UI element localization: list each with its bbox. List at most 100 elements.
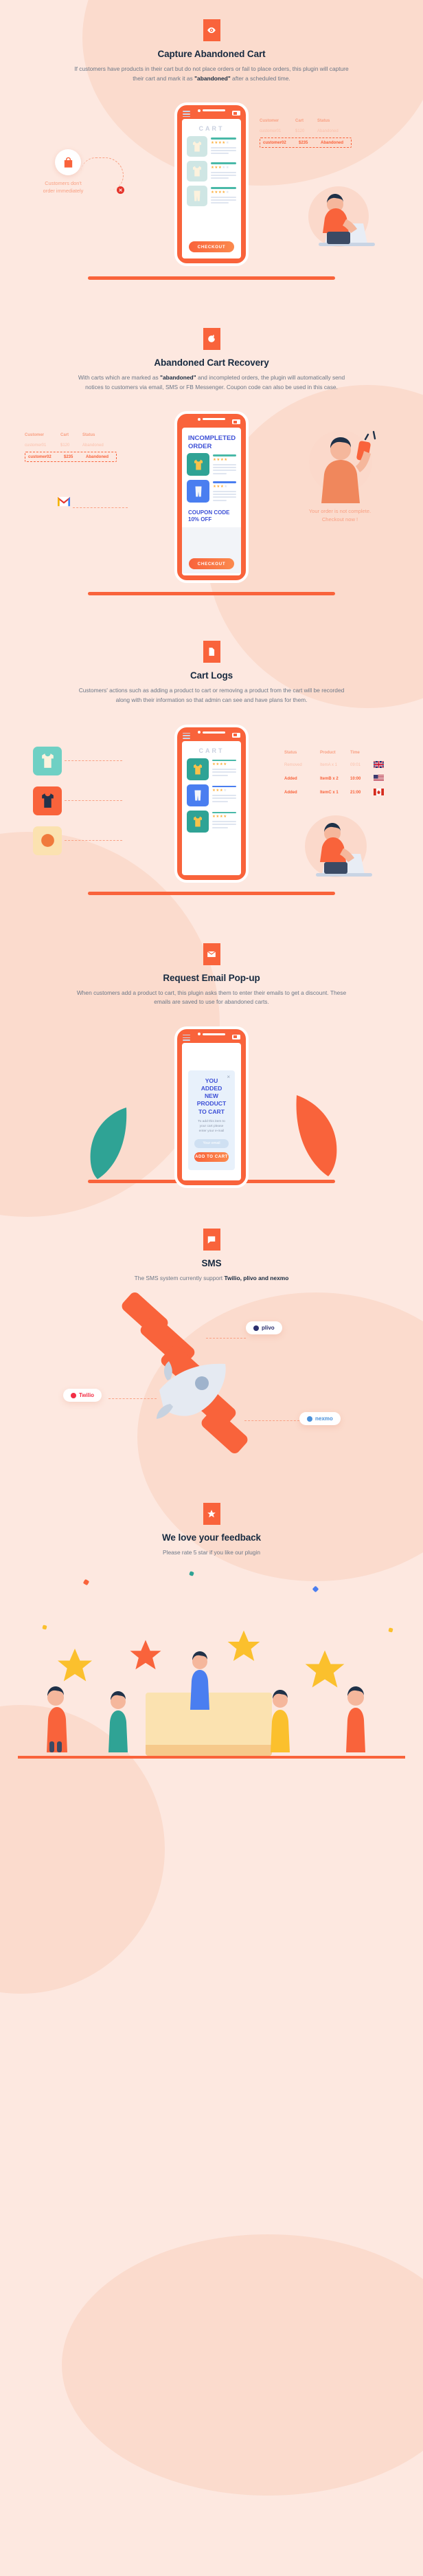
- document-icon: [203, 641, 220, 663]
- uk-flag-icon: [373, 760, 385, 769]
- popup-body-text: To add this item to your cart please ent…: [198, 1119, 225, 1134]
- floor-line: [88, 276, 335, 280]
- pants-icon: [187, 784, 209, 806]
- table-row: Added ItemC x 1 21:00: [284, 788, 384, 797]
- illustration-capture-cart: CART ★★★★★ ★★★★★ ★★★★★ CHECKOUT Customer…: [18, 98, 405, 305]
- product-meta: ★★★★★: [211, 136, 236, 157]
- tshirt-icon: [187, 758, 209, 780]
- phone-notch: [198, 731, 225, 734]
- menu-icon[interactable]: [183, 111, 190, 118]
- pants-icon: [187, 480, 209, 503]
- tshirt-icon: [187, 810, 209, 833]
- shopping-bag-badge: [55, 149, 81, 176]
- chat-bubble-icon: [203, 1228, 220, 1251]
- tshirt-icon: [187, 453, 209, 476]
- phone-screen: INCOMPLETED ORDER ★★★★ ★★★★ COUPON CODE …: [182, 428, 241, 576]
- rating-star: [126, 1637, 165, 1677]
- product-meta: ★★★★★: [211, 186, 236, 206]
- table-row-highlighted: customer02 $235 Abandoned: [260, 137, 352, 148]
- cart-product-row: ★★★★: [182, 480, 241, 507]
- phone-notch: [198, 1033, 225, 1036]
- us-flag-icon: [374, 774, 384, 783]
- menu-icon[interactable]: [183, 732, 190, 740]
- eye-icon: [203, 19, 220, 41]
- phone-notch: [198, 109, 225, 112]
- table-header-row: Customer Cart Status: [260, 119, 330, 124]
- page-title: Capture Abandoned Cart: [157, 49, 266, 59]
- checkout-now-note: Your order is not complete. Checkout now …: [308, 508, 371, 522]
- provider-chip-plivo[interactable]: plivo: [246, 1321, 282, 1335]
- abandoned-cart-table: Customer Cart Status customer01 $120 Aba…: [260, 119, 352, 148]
- provider-chip-twilio[interactable]: Twilio: [63, 1389, 102, 1402]
- incompleted-order-heading: INCOMPLETED ORDER: [188, 434, 236, 450]
- section-description: When customers add a product to cart, th…: [76, 989, 347, 1006]
- product-meta: ★★★★: [212, 811, 236, 833]
- cart-heading: CART: [198, 125, 225, 133]
- phone-mockup: CART ★★★★★ ★★★★★ ★★★★★ CHECKOUT: [174, 102, 249, 267]
- cart-product-row: ★★★★★: [182, 161, 241, 186]
- checkout-button[interactable]: CHECKOUT: [189, 241, 234, 253]
- rocket-icon: [152, 1360, 235, 1424]
- section-capture-abandoned-cart: Capture Abandoned Cart If customers have…: [0, 0, 423, 305]
- floor-line: [88, 891, 335, 895]
- checkout-button[interactable]: CHECKOUT: [189, 558, 234, 570]
- add-to-cart-button[interactable]: ADD TO CART: [194, 1152, 229, 1162]
- product-card: [33, 746, 62, 775]
- cart-product-row: ★★★★★: [182, 136, 241, 161]
- illustration-cart-recovery: INCOMPLETED ORDER ★★★★ ★★★★ COUPON CODE …: [18, 407, 405, 620]
- person-with-laptop-illustration: [287, 181, 390, 256]
- cart-product-row: ★★★★: [182, 758, 241, 784]
- table-row: customer01 $120 Abandoned: [25, 443, 104, 448]
- pants-icon: [187, 186, 207, 207]
- rating-stars: ★★★★★: [211, 166, 230, 170]
- section-description: Customers' actions such as adding a prod…: [78, 687, 345, 704]
- close-marker-icon: ✕: [117, 186, 124, 195]
- menu-icon[interactable]: [183, 1034, 190, 1042]
- gmail-icon: [56, 495, 71, 511]
- section-description: The SMS system currently support Twilio,…: [134, 1274, 289, 1281]
- close-icon[interactable]: ×: [227, 1074, 230, 1080]
- product-card: [33, 786, 62, 815]
- email-request-popup: × YOU ADDED NEW PRODUCT TO CART To add t…: [188, 1070, 235, 1170]
- dashed-connector: [244, 1420, 299, 1422]
- menu-icon[interactable]: [183, 419, 190, 427]
- battery-icon: [232, 732, 240, 738]
- battery-icon: [232, 419, 240, 425]
- refresh-icon: [203, 328, 220, 351]
- confetti: [189, 1571, 194, 1576]
- rating-stars: ★★★★: [213, 458, 228, 462]
- product-meta: ★★★★: [213, 480, 236, 503]
- provider-chip-nexmo[interactable]: nexmo: [299, 1412, 341, 1426]
- dashed-connector: [65, 839, 122, 841]
- battery-icon: [232, 1034, 240, 1039]
- product-meta: ★★★★: [212, 758, 236, 780]
- table-row: Added ItemB x 2 10:00: [284, 774, 384, 783]
- abandoned-cart-table: Customer Cart Status customer01 $120 Aba…: [25, 433, 117, 463]
- dashed-connector: [108, 1398, 157, 1400]
- cart-product-row: ★★★★: [182, 810, 241, 837]
- person-illustration: [334, 1671, 376, 1756]
- person-illustration: [34, 1670, 77, 1756]
- phone-screen: CART ★★★★★ ★★★★★ ★★★★★ CHECKOUT: [182, 119, 241, 259]
- rating-stars: ★★★★: [213, 485, 228, 489]
- podium-base: [146, 1745, 272, 1757]
- phone-mockup: × YOU ADDED NEW PRODUCT TO CART To add t…: [174, 1026, 249, 1188]
- email-input[interactable]: Your email: [194, 1138, 229, 1148]
- person-illustration: [180, 1638, 220, 1713]
- section-cart-logs: Cart Logs Customers' actions such as add…: [0, 620, 423, 919]
- product-meta: ★★★★: [213, 453, 236, 476]
- floor-line: [88, 592, 335, 596]
- phone-mockup: INCOMPLETED ORDER ★★★★ ★★★★ COUPON CODE …: [174, 411, 249, 584]
- illustration-sms-rocket: plivo Twilio nexmo: [18, 1290, 405, 1475]
- page-title: Request Email Pop-up: [163, 972, 260, 983]
- illustration-email-popup: × YOU ADDED NEW PRODUCT TO CART To add t…: [18, 1022, 405, 1208]
- phone-screen: × YOU ADDED NEW PRODUCT TO CART To add t…: [182, 1042, 241, 1180]
- cart-product-row: ★★★★★: [182, 186, 241, 210]
- section-feedback: We love your feedback Please rate 5 star…: [0, 1475, 423, 1772]
- confetti: [388, 1627, 393, 1633]
- cart-product-row: ★★★★: [182, 784, 241, 811]
- section-request-email-popup: Request Email Pop-up When customers add …: [0, 920, 423, 1208]
- star-icon: [203, 1503, 220, 1526]
- tshirt-icon: [187, 161, 207, 182]
- table-header-row: Status Product Time: [284, 750, 360, 755]
